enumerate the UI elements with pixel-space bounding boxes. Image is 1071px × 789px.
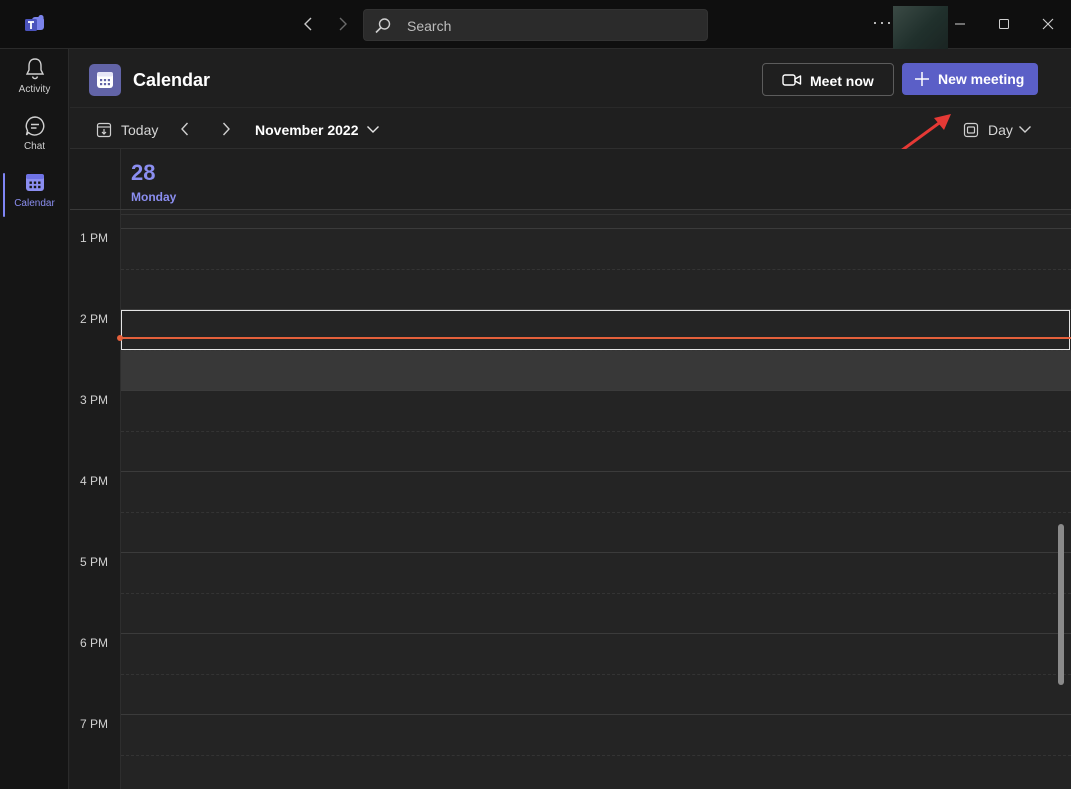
today-calendar-icon[interactable] [96,122,112,138]
day-name[interactable]: Monday [131,190,176,204]
half-hour-line [121,431,1071,432]
half-hour-line [121,269,1071,270]
meet-now-button[interactable]: Meet now [762,63,894,96]
hour-line [121,633,1071,634]
minimize-icon[interactable] [950,14,970,34]
hour-line [121,552,1071,553]
day-number[interactable]: 28 [131,160,155,186]
half-hour-line [121,755,1071,756]
time-column: 1 PM 2 PM 3 PM 4 PM 5 PM 6 PM 7 PM [70,210,121,789]
hour-line [121,228,1071,229]
rail-label-chat: Chat [23,141,46,152]
teams-logo-icon[interactable] [24,14,46,34]
half-hour-line [121,350,1071,351]
search-icon [375,18,391,34]
search-box[interactable]: Search [363,9,708,41]
rail-item-chat[interactable]: Chat [0,114,69,168]
time-label-1pm: 1 PM [80,231,109,245]
new-meeting-button[interactable]: New meeting [902,63,1038,95]
day-header-gutter [70,149,121,209]
avatar[interactable] [893,6,948,50]
search-placeholder: Search [407,18,452,34]
chat-icon [25,116,44,136]
time-label-5pm: 5 PM [80,555,109,569]
half-hour-line [121,593,1071,594]
bell-icon [25,58,44,80]
hour-line [121,714,1071,715]
calendar-header: Calendar Meet now New meeting [70,49,1071,107]
selected-time-slot[interactable] [121,310,1070,350]
time-label-6pm: 6 PM [80,636,109,650]
maximize-icon[interactable] [994,14,1014,34]
half-hour-line [121,512,1071,513]
view-selector[interactable]: Day [988,122,1013,138]
calendar-icon [25,174,44,191]
hour-line [121,471,1071,472]
time-label-4pm: 4 PM [80,474,109,488]
chevron-down-icon[interactable] [1018,123,1032,135]
title-bar: Search ··· [0,0,1071,50]
chevron-left-icon[interactable] [177,120,193,138]
chevron-right-icon[interactable] [218,120,234,138]
rail-label-calendar: Calendar [14,198,55,209]
hover-slot[interactable] [121,350,1071,390]
month-picker[interactable]: November 2022 [255,122,359,138]
today-button[interactable]: Today [121,122,158,138]
day-grid[interactable]: 1 PM 2 PM 3 PM 4 PM 5 PM 6 PM 7 PM [70,210,1071,789]
more-options-icon[interactable]: ··· [872,12,893,33]
video-camera-icon [782,74,802,86]
new-meeting-label: New meeting [938,71,1025,87]
forward-arrow-icon[interactable] [332,14,352,34]
half-hour-line [121,674,1071,675]
plus-icon [915,72,929,86]
close-icon[interactable] [1038,14,1058,34]
back-arrow-icon[interactable] [299,14,319,34]
time-label-7pm: 7 PM [80,717,109,731]
meet-now-label: Meet now [810,73,874,89]
vertical-scrollbar[interactable] [1058,524,1064,685]
day-view-icon[interactable] [963,122,979,138]
calendar-app-icon [89,64,121,96]
grid-divider [121,214,1071,215]
app-rail: Activity Chat Calendar [0,49,69,789]
day-header: 28 Monday [70,149,1071,210]
time-label-2pm: 2 PM [80,312,109,326]
rail-item-calendar[interactable]: Calendar [0,171,69,225]
time-label-3pm: 3 PM [80,393,109,407]
rail-label-activity: Activity [18,84,51,95]
hour-line [121,390,1071,391]
current-time-indicator [121,337,1071,339]
chevron-down-icon[interactable] [366,123,380,135]
rail-item-activity[interactable]: Activity [0,57,69,111]
page-title: Calendar [133,70,211,90]
current-time-dot [117,335,123,341]
